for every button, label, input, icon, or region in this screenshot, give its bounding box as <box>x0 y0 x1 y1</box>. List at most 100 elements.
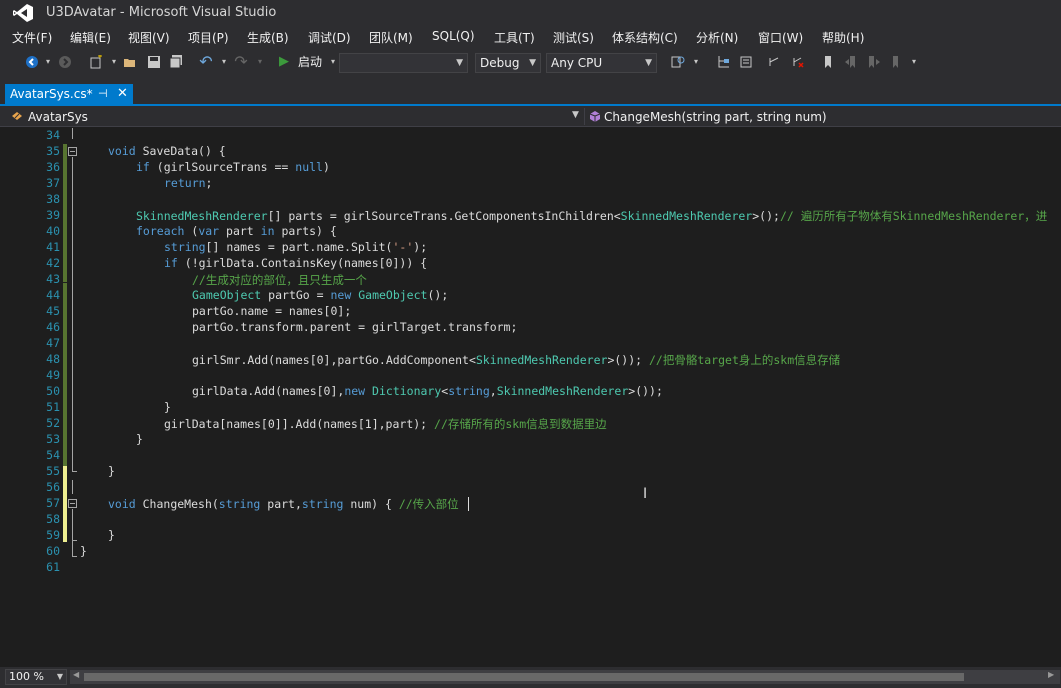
solution-configuration-value: Debug <box>480 56 520 70</box>
clear-bookmarks-icon[interactable] <box>790 54 806 70</box>
menu-file[interactable]: 文件(F) <box>12 29 52 46</box>
saved-change-marker <box>63 283 67 466</box>
code-text: } <box>80 544 87 558</box>
close-icon[interactable]: ✕ <box>117 84 128 104</box>
line-number: 36 <box>46 160 60 174</box>
new-project-icon[interactable] <box>88 54 104 70</box>
horizontal-scroll-thumb[interactable] <box>84 673 964 681</box>
new-dropdown-icon[interactable]: ▾ <box>106 54 122 70</box>
menu-debug[interactable]: 调试(D) <box>308 29 351 46</box>
find-in-files-icon[interactable] <box>670 54 686 70</box>
visual-studio-logo-icon <box>13 4 33 22</box>
menu-analyze[interactable]: 分析(N) <box>696 29 738 46</box>
outline-guide <box>72 480 73 494</box>
window-title: U3DAvatar - Microsoft Visual Studio <box>46 5 277 20</box>
undo-icon[interactable]: ↶ <box>198 54 214 70</box>
line-number: 42 <box>46 256 60 270</box>
code-line-59: } <box>108 528 115 542</box>
start-button[interactable]: 启动 <box>296 54 324 70</box>
debug-target-select[interactable]: ▼ <box>339 53 468 73</box>
solution-configuration-select[interactable]: Debug ▼ <box>475 53 541 73</box>
code-line-51: } <box>164 400 171 414</box>
code-text: SaveData() { <box>135 144 226 158</box>
solution-platform-select[interactable]: Any CPU ▼ <box>546 53 657 73</box>
menu-team[interactable]: 团队(M) <box>369 29 413 46</box>
toolbar-overflow-icon[interactable]: ▾ <box>906 54 922 70</box>
undo-dropdown-icon[interactable]: ▾ <box>216 54 232 70</box>
menu-help[interactable]: 帮助(H) <box>822 29 864 46</box>
comment: // 遍历所有子物体有SkinnedMeshRenderer，进 <box>779 209 1048 223</box>
code-text: >()); <box>607 353 649 367</box>
back-dropdown-icon[interactable]: ▾ <box>40 54 56 70</box>
menu-build[interactable]: 生成(B) <box>247 29 289 46</box>
redo-dropdown-icon[interactable]: ▾ <box>252 54 268 70</box>
outline-guide <box>72 509 73 540</box>
keyword: if <box>136 160 150 174</box>
collapse-icon[interactable] <box>68 147 77 156</box>
chevron-down-icon: ▼ <box>645 58 652 68</box>
keyword: string <box>448 384 490 398</box>
type-name: SkinnedMeshRenderer <box>620 209 753 223</box>
line-number: 43 <box>46 272 60 286</box>
menu-project[interactable]: 项目(P) <box>188 29 229 46</box>
type-name: SkinnedMeshRenderer <box>496 384 629 398</box>
code-text: , <box>489 384 497 398</box>
redo-icon[interactable]: ↷ <box>233 54 249 70</box>
menu-test[interactable]: 测试(S) <box>553 29 594 46</box>
bookmark-icon[interactable] <box>820 54 836 70</box>
line-number: 34 <box>46 128 60 142</box>
keyword: string <box>164 240 206 254</box>
line-number: 44 <box>46 288 60 302</box>
zoom-select[interactable]: 100 % ▼ <box>5 669 67 685</box>
keyword: var <box>198 224 220 238</box>
type-name: GameObject <box>358 288 428 302</box>
menu-sql[interactable]: SQL(Q) <box>432 29 475 43</box>
class-selector[interactable]: AvatarSys <box>28 110 88 124</box>
back-icon[interactable] <box>24 54 40 70</box>
comment: //把骨骼target身上的skm信息存储 <box>648 353 841 367</box>
comment: //存储所有的skm信息到数据里边 <box>434 417 607 431</box>
keyword: string <box>218 497 261 511</box>
chevron-down-icon[interactable]: ▼ <box>572 110 579 120</box>
string-literal: '-' <box>392 240 414 254</box>
solution-explorer-icon[interactable] <box>716 54 732 70</box>
code-line-57: void ChangeMesh(string part,string num) … <box>108 496 459 512</box>
forward-icon[interactable] <box>57 54 73 70</box>
outline-guide <box>72 128 73 139</box>
previous-bookmark-icon[interactable] <box>843 54 859 70</box>
code-line-48: girlSmr.Add(names[0],partGo.AddComponent… <box>192 352 840 368</box>
find-dropdown-icon[interactable]: ▾ <box>688 54 704 70</box>
start-icon[interactable]: ▶ <box>276 54 292 70</box>
code-text: girlData[names[0]].Add(names[1],part); <box>164 417 435 431</box>
menu-tools[interactable]: 工具(T) <box>494 29 535 46</box>
code-text: ChangeMesh( <box>135 497 219 511</box>
navigate-back-icon[interactable] <box>766 54 782 70</box>
save-icon[interactable] <box>146 54 162 70</box>
code-text: girlData.Add(names[0], <box>192 384 345 398</box>
line-number: 46 <box>46 320 60 334</box>
type-name: SkinnedMeshRenderer <box>136 209 268 223</box>
tab-avatarsys-cs[interactable]: AvatarSys.cs* ⊣ ✕ <box>5 84 133 104</box>
code-text: (girlSourceTrans == <box>149 160 296 174</box>
code-line-50: girlData.Add(names[0],new Dictionary<str… <box>192 384 663 398</box>
save-all-icon[interactable] <box>168 54 184 70</box>
member-selector[interactable]: ChangeMesh(string part, string num) <box>604 110 827 124</box>
scroll-right-icon[interactable]: ▶ <box>1048 670 1054 679</box>
clear-bookmark-icon[interactable] <box>888 54 904 70</box>
keyword: in <box>260 224 275 238</box>
pin-icon[interactable]: ⊣ <box>98 84 108 104</box>
properties-icon[interactable] <box>738 54 754 70</box>
menu-window[interactable]: 窗口(W) <box>758 29 803 46</box>
menu-view[interactable]: 视图(V) <box>128 29 170 46</box>
navbar-divider <box>584 108 585 125</box>
scroll-left-icon[interactable]: ◀ <box>73 670 79 679</box>
code-text: } <box>108 464 115 478</box>
collapse-icon[interactable] <box>68 499 77 508</box>
open-file-icon[interactable] <box>122 54 138 70</box>
menu-edit[interactable]: 编辑(E) <box>70 29 111 46</box>
outline-guide <box>72 157 73 472</box>
menu-architecture[interactable]: 体系结构(C) <box>612 29 678 46</box>
line-number: 45 <box>46 304 60 318</box>
next-bookmark-icon[interactable] <box>866 54 882 70</box>
